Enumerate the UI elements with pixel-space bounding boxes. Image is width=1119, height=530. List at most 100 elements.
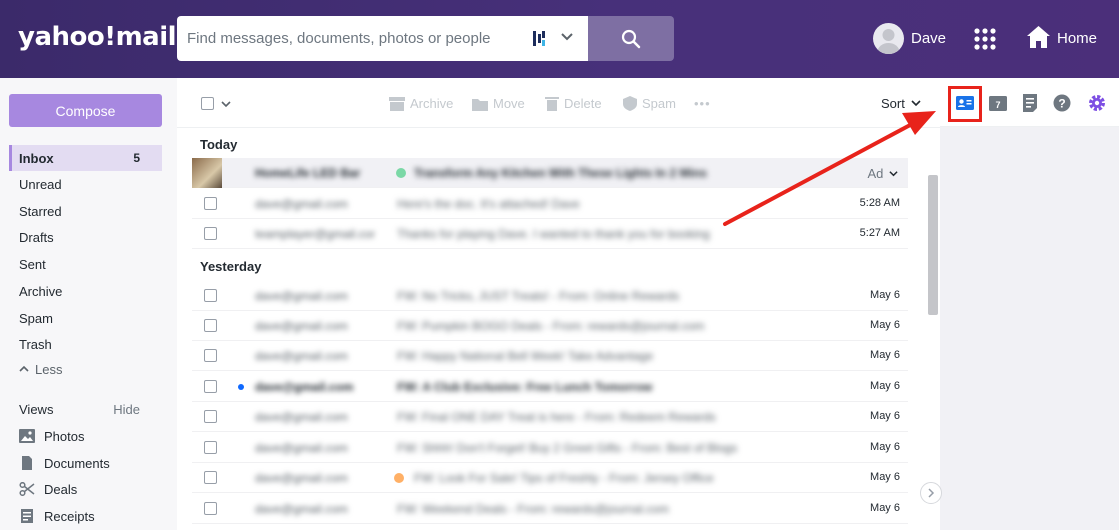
- row-checkbox[interactable]: [204, 410, 217, 423]
- svg-text:7: 7: [995, 100, 1000, 110]
- archive-button[interactable]: Archive: [389, 96, 453, 111]
- row-checkbox[interactable]: [204, 380, 217, 393]
- row-checkbox[interactable]: [204, 319, 217, 332]
- table-row[interactable]: dave@gmail.com FW: A Club Exclusive: Fre…: [192, 372, 908, 402]
- table-row[interactable]: teamplayer@gmail.com Thanks for playing …: [192, 219, 908, 249]
- table-row[interactable]: dave@gmail.com FW: Look For Sale! Tips o…: [192, 463, 908, 493]
- apps-grid-icon[interactable]: [973, 27, 997, 51]
- message-time: 5:28 AM: [859, 197, 900, 209]
- message-time: May 6: [870, 471, 900, 483]
- table-row[interactable]: dave@gmail.com FW: Pumpkin BOGO Deals - …: [192, 311, 908, 341]
- sidebar-item-label: Photos: [44, 428, 85, 444]
- message-sender: dave@gmail.com: [255, 289, 348, 303]
- document-icon: [22, 456, 32, 470]
- message-time: 5:27 AM: [859, 227, 900, 239]
- views-hide-link[interactable]: Hide: [113, 402, 140, 417]
- table-row[interactable]: dave@gmail.com Here's the doc. It's atta…: [192, 189, 908, 219]
- move-button[interactable]: Move: [472, 96, 525, 111]
- compose-button[interactable]: Compose: [9, 94, 162, 127]
- chevron-right-icon: [928, 488, 935, 498]
- table-row[interactable]: dave@gmail.com FW: Weekend Deals - From:…: [192, 494, 908, 524]
- sidebar-item-label: Spam: [19, 310, 53, 326]
- calendar-icon[interactable]: 7: [989, 94, 1007, 112]
- message-subject: Here's the doc. It's attached! Dave: [397, 197, 580, 211]
- sidebar-item-trash[interactable]: Trash: [9, 331, 162, 357]
- message-subject: Thanks for playing Dave. I wanted to tha…: [397, 227, 710, 241]
- sidebar-item-label: Drafts: [19, 229, 54, 245]
- svg-text:?: ?: [1058, 97, 1065, 111]
- scrollbar-thumb[interactable]: [928, 175, 938, 315]
- select-all-control[interactable]: [201, 97, 231, 110]
- message-time: May 6: [870, 349, 900, 361]
- message-toolbar: Archive Move Delete Spam ••• Sort: [177, 78, 940, 128]
- message-time: May 6: [870, 410, 900, 422]
- home-icon[interactable]: [1026, 25, 1051, 50]
- message-sender: teamplayer@gmail.com: [255, 227, 375, 241]
- notepad-icon[interactable]: [1021, 94, 1039, 112]
- yahoo-mail-logo[interactable]: yahoo!mail: [18, 22, 177, 52]
- sidebar-item-starred[interactable]: Starred: [9, 198, 162, 224]
- message-subject: FW: No Tricks, JUST Treats! - From: Onli…: [397, 289, 680, 303]
- message-sender: dave@gmail.com: [255, 197, 348, 211]
- sidebar-item-photos[interactable]: Photos: [9, 423, 162, 449]
- sidebar-item-deals[interactable]: Deals: [9, 476, 162, 502]
- message-subject: FW: Pumpkin BOGO Deals - From: rewards@j…: [397, 319, 705, 333]
- user-name[interactable]: Dave: [911, 30, 946, 47]
- chevron-down-icon[interactable]: [560, 30, 574, 44]
- chevron-up-icon: [19, 365, 29, 372]
- chevron-down-icon[interactable]: [221, 99, 231, 109]
- sort-label: Sort: [881, 96, 905, 111]
- delete-button[interactable]: Delete: [545, 96, 602, 111]
- search-input[interactable]: [187, 16, 517, 61]
- sidebar-item-documents[interactable]: Documents: [9, 450, 162, 476]
- avatar[interactable]: [873, 23, 904, 54]
- folder-move-icon: [472, 98, 488, 111]
- message-subject: Transform Any Kitchen With These Lights …: [414, 166, 707, 180]
- row-checkbox[interactable]: [204, 349, 217, 362]
- sort-button[interactable]: Sort: [881, 96, 922, 111]
- row-checkbox[interactable]: [204, 502, 217, 515]
- inbox-count-badge: 5: [133, 151, 140, 165]
- row-checkbox[interactable]: [204, 289, 217, 302]
- table-row[interactable]: dave@gmail.com FW: Shhh! Don't Forget! B…: [192, 433, 908, 463]
- search-button[interactable]: [588, 16, 674, 61]
- sidebar-item-unread[interactable]: Unread: [9, 171, 162, 197]
- sidebar-item-receipts[interactable]: Receipts: [9, 503, 162, 529]
- home-link[interactable]: Home: [1057, 30, 1097, 47]
- message-subject: FW: Final ONE DAY Treat is here - From: …: [397, 410, 716, 424]
- sidebar-item-drafts[interactable]: Drafts: [9, 224, 162, 250]
- message-subject: FW: Look For Sale! Tips of Freshly - Fro…: [414, 471, 714, 485]
- message-list-scrollbar[interactable]: [925, 128, 940, 530]
- table-row[interactable]: dave@gmail.com FW: No Tricks, JUST Treat…: [192, 281, 908, 311]
- row-checkbox[interactable]: [204, 471, 217, 484]
- chevron-down-icon: [889, 171, 898, 177]
- help-icon[interactable]: ?: [1053, 94, 1071, 112]
- sidebar-item-archive[interactable]: Archive: [9, 278, 162, 304]
- row-checkbox[interactable]: [204, 441, 217, 454]
- row-checkbox[interactable]: [204, 227, 217, 240]
- ad-row[interactable]: HomeLife LED Bar Transform Any Kitchen W…: [192, 158, 908, 188]
- sidebar-item-sent[interactable]: Sent: [9, 251, 162, 277]
- spam-label: Spam: [642, 96, 676, 111]
- select-all-checkbox[interactable]: [201, 97, 214, 110]
- sidebar-item-inbox[interactable]: Inbox 5: [9, 145, 162, 171]
- settings-gear-icon[interactable]: [1088, 94, 1106, 112]
- views-header: Views Hide: [9, 396, 162, 422]
- row-checkbox[interactable]: [204, 197, 217, 210]
- search-filter-icon[interactable]: [532, 30, 546, 47]
- group-label-yesterday: Yesterday: [200, 259, 262, 274]
- message-sender: dave@gmail.com: [255, 441, 348, 455]
- spam-button[interactable]: Spam: [623, 96, 676, 111]
- right-rail: 7 ?: [940, 78, 1119, 530]
- table-row[interactable]: dave@gmail.com FW: Final ONE DAY Treat i…: [192, 402, 908, 432]
- sidebar-item-label: Sent: [19, 256, 46, 272]
- sidebar-item-label: Deals: [44, 481, 78, 497]
- sidebar-item-spam[interactable]: Spam: [9, 305, 162, 331]
- less-toggle[interactable]: Less: [9, 356, 162, 382]
- table-row[interactable]: dave@gmail.com FW: Happy National Bell W…: [192, 341, 908, 371]
- sidebar-item-label: Starred: [19, 203, 62, 219]
- message-time: May 6: [870, 502, 900, 514]
- expand-rail-button[interactable]: [920, 482, 942, 504]
- ad-badge[interactable]: Ad: [867, 166, 898, 181]
- more-actions-button[interactable]: •••: [694, 96, 711, 111]
